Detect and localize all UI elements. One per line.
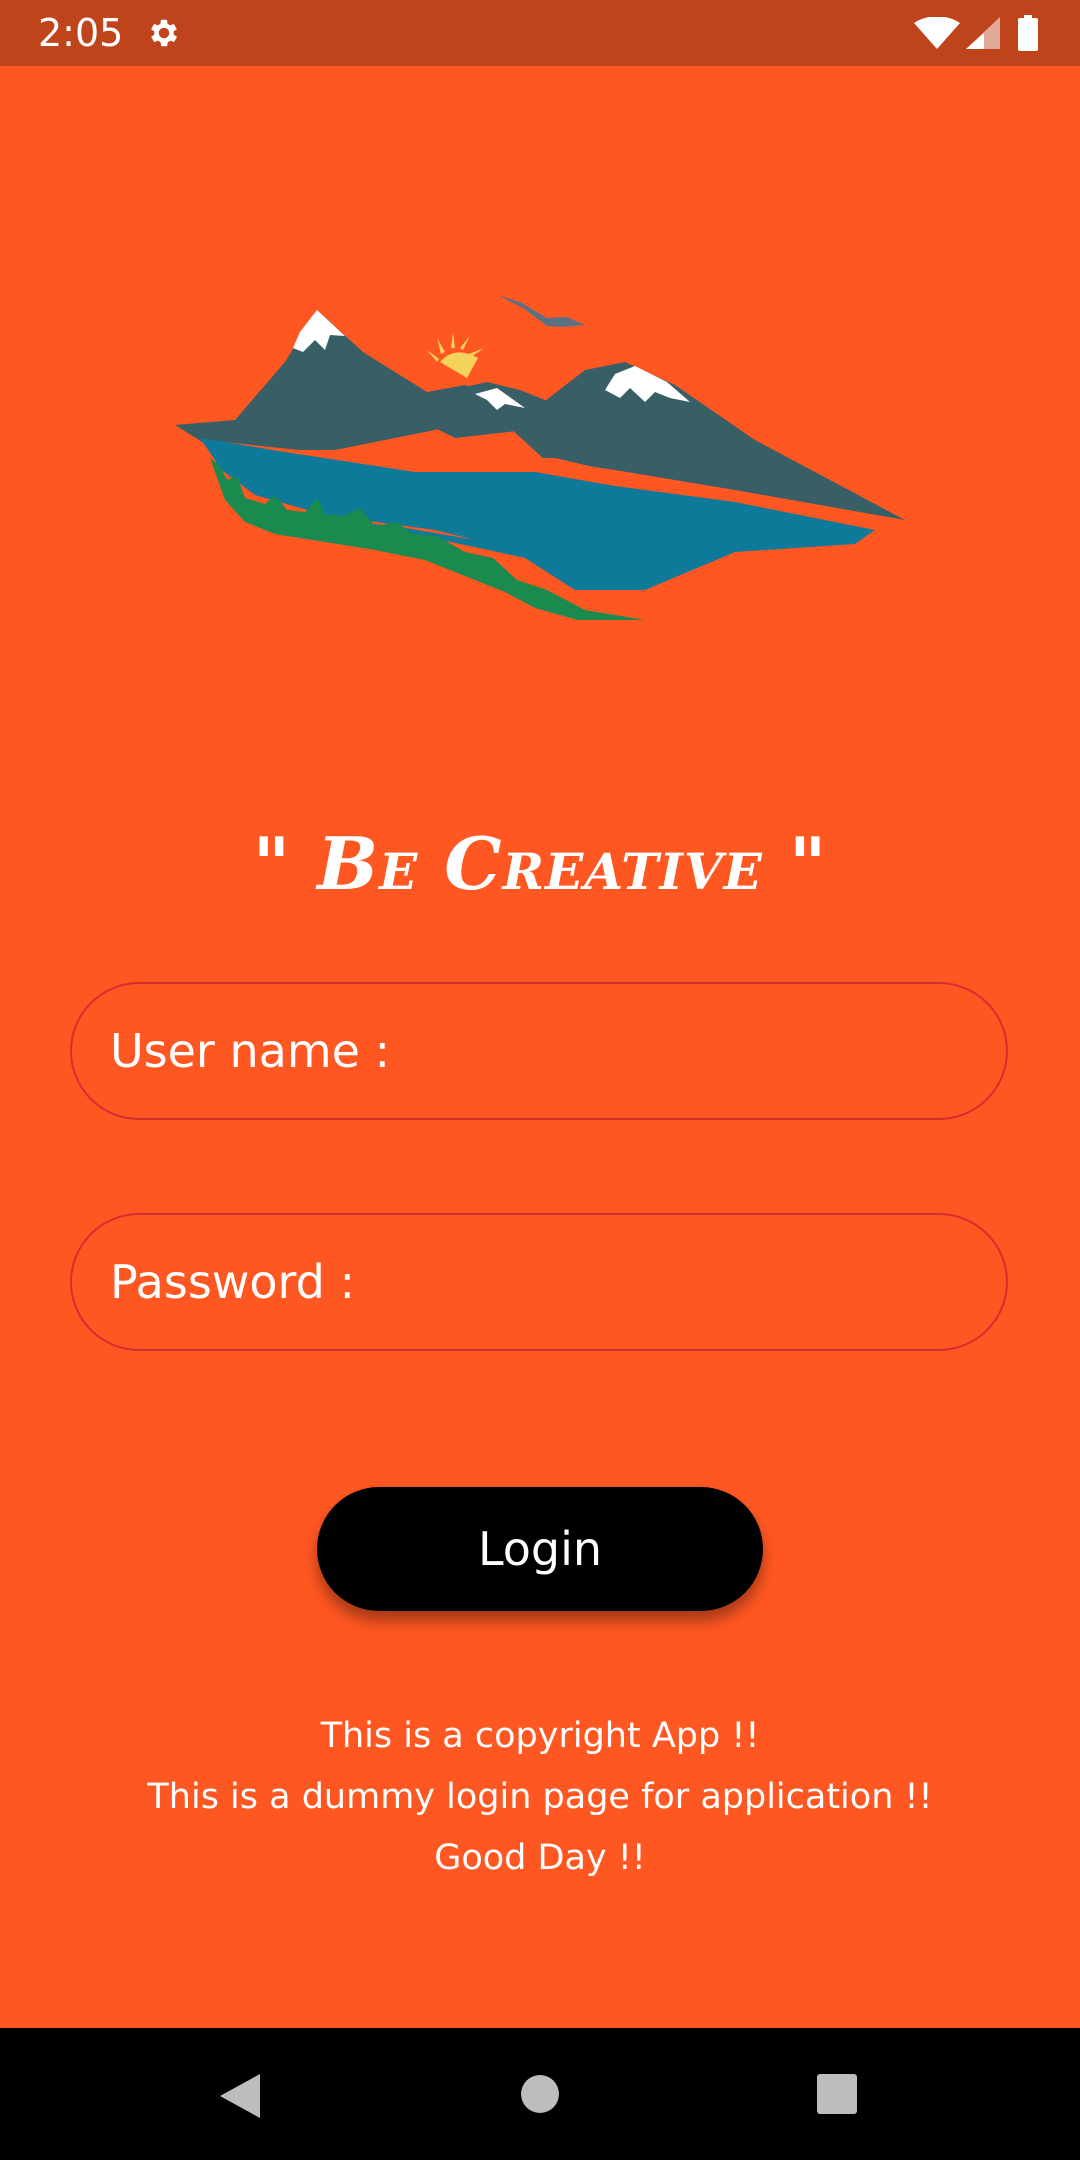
password-field[interactable]: [70, 1213, 1008, 1351]
wifi-icon: [914, 17, 960, 49]
back-icon[interactable]: [218, 2072, 262, 2120]
recents-icon[interactable]: [817, 2074, 857, 2114]
bird-icon: [497, 295, 585, 327]
login-screen: 2:05 " Be Creative " User name: Login T…: [0, 0, 1080, 2160]
password-input[interactable]: [110, 1215, 970, 1349]
status-time: 2:05: [38, 11, 124, 55]
dummy-page-text: This is a dummy login page for applicati…: [147, 1777, 933, 1817]
username-input[interactable]: [110, 984, 970, 1118]
login-button[interactable]: Login: [317, 1487, 763, 1611]
copyright-text: This is a copyright App !!: [320, 1716, 760, 1756]
battery-icon: [1018, 15, 1038, 51]
home-icon[interactable]: [520, 2074, 560, 2114]
good-day-text: Good Day !!: [434, 1838, 646, 1878]
gear-icon: [151, 19, 178, 47]
tagline: " Be Creative ": [252, 821, 828, 906]
navigation-bar: [0, 2028, 1080, 2160]
username-field[interactable]: [70, 982, 1008, 1120]
mountain-landscape-logo: [175, 295, 905, 620]
sun-icon: [427, 332, 484, 378]
status-bar: 2:05: [0, 0, 1080, 66]
cell-signal-icon: [966, 17, 1000, 49]
